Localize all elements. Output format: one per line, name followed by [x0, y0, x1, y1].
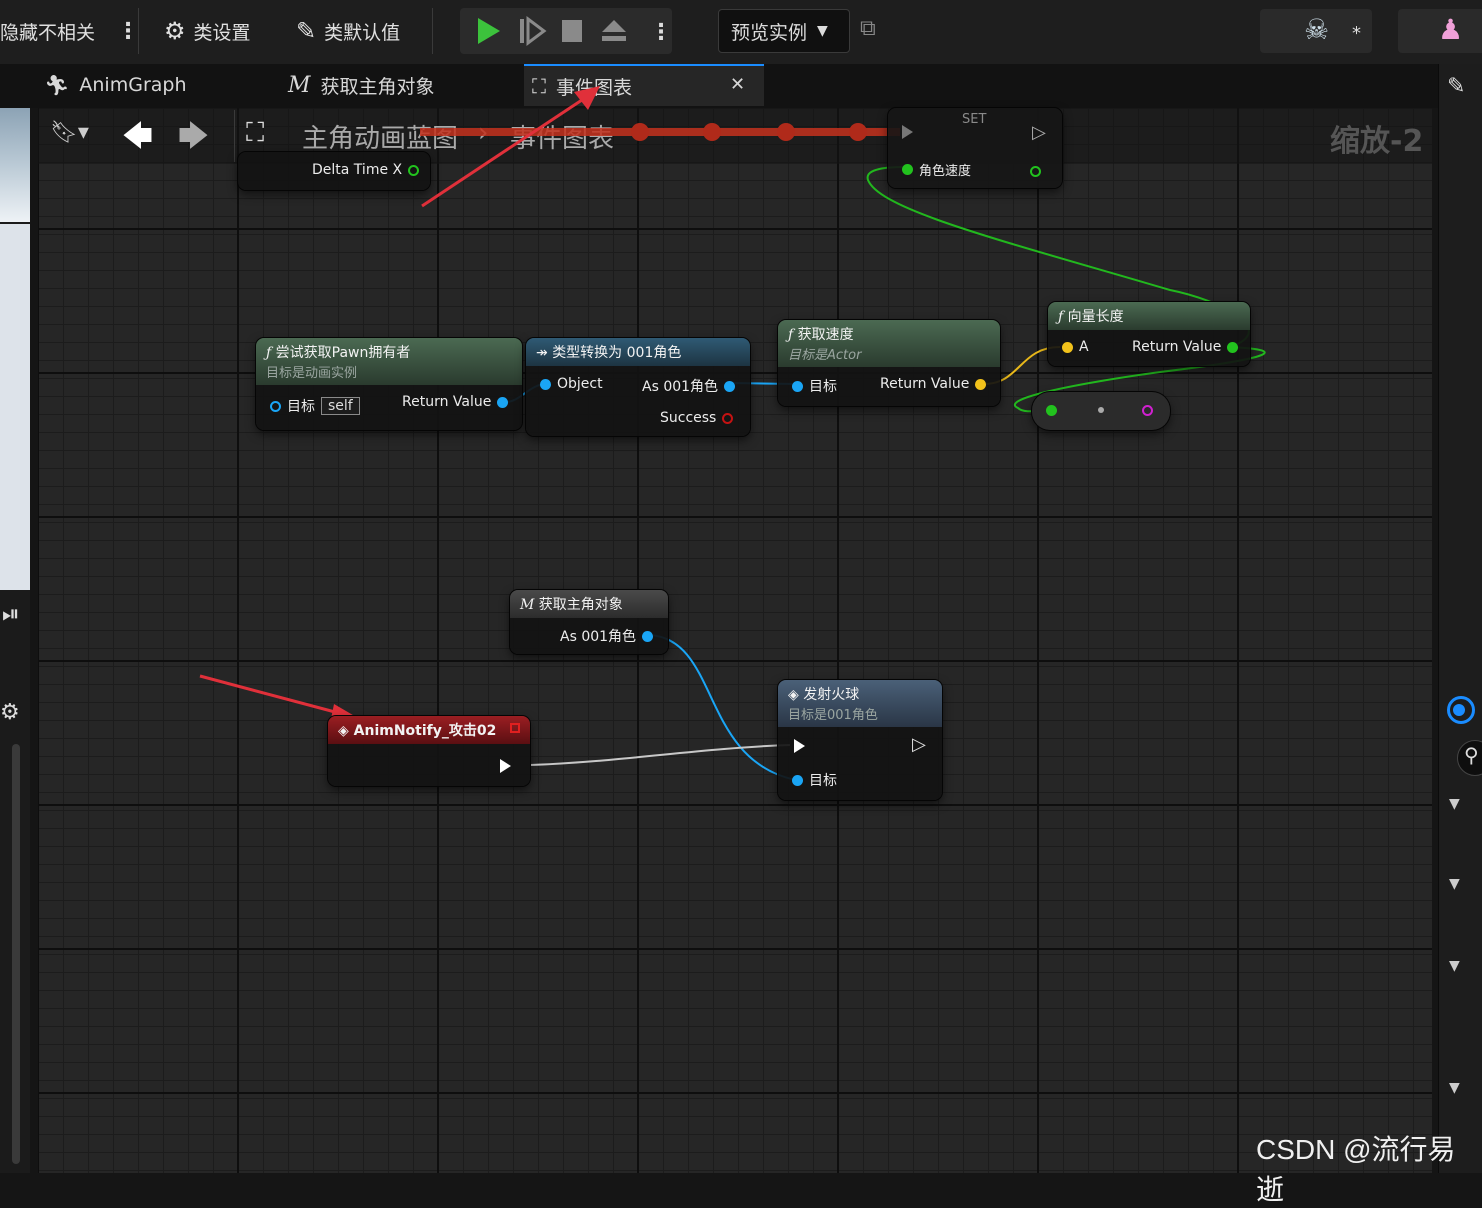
pin-label: As 001角色 [642, 379, 719, 395]
function-icon: ƒ [1058, 309, 1064, 325]
node-title: 类型转换为 001角色 [552, 345, 682, 361]
function-icon: ƒ [788, 327, 794, 343]
exec-out-pin[interactable]: ▷ [912, 734, 926, 755]
exec-wire [529, 744, 791, 766]
node-title: 尝试获取Pawn拥有者 [275, 345, 411, 361]
velocity-pin[interactable]: 角色速度 [902, 160, 971, 179]
object-pin-icon [642, 630, 654, 642]
object-pin[interactable]: Object [540, 376, 603, 392]
float-pin-icon [902, 164, 913, 175]
compact-operator-node[interactable] [1032, 392, 1170, 430]
pin-label: Delta Time X [312, 162, 403, 178]
float-pin-icon[interactable] [1046, 405, 1057, 416]
function-icon: ƒ [266, 345, 272, 361]
vector-pin-icon [975, 378, 987, 390]
pin-label: Return Value [880, 376, 970, 392]
a-pin[interactable]: A [1062, 339, 1089, 355]
wire-knot [631, 123, 649, 141]
fire-fireball-node[interactable]: ◈ 发射火球 目标是001角色 ▷ 目标 [778, 680, 942, 800]
macro-icon: M [520, 597, 535, 613]
object-pin-icon [792, 380, 803, 392]
pin-label: Object [557, 376, 603, 392]
pin-label: Return Value [402, 394, 492, 410]
object-wire [649, 634, 797, 781]
event-diamond-icon: ◈ [788, 687, 799, 703]
cast-node[interactable]: ↠ 类型转换为 001角色 Object As 001角色 Success [526, 338, 750, 436]
return-value-pin[interactable]: Return Value [880, 376, 987, 392]
get-velocity-node[interactable]: ƒ 获取速度 目标是Actor 目标 Return Value [778, 320, 1000, 406]
float-pin-icon[interactable] [408, 164, 420, 176]
object-pin-icon [497, 396, 509, 408]
annotation-arrowhead [574, 86, 600, 110]
exec-out-pin[interactable] [500, 758, 511, 777]
delta-time-pin[interactable]: Delta Time X [312, 162, 420, 178]
delta-time-node[interactable]: Delta Time X [238, 152, 430, 190]
set-title: SET [962, 112, 987, 127]
exec-out-pin[interactable]: ▷ [1032, 122, 1046, 143]
object-pin-icon [792, 774, 803, 786]
node-subtitle: 目标是Actor [788, 348, 862, 363]
bool-pin-icon[interactable] [1142, 405, 1153, 416]
pin-label: 目标 [809, 379, 837, 395]
cast-arrow-icon: ↠ [536, 345, 548, 361]
delegate-pin-icon[interactable] [510, 723, 520, 733]
wire-knot [849, 123, 867, 141]
object-pin-icon [270, 400, 281, 412]
target-pin[interactable]: 目标 [792, 770, 837, 790]
node-title: 发射火球 [803, 687, 860, 703]
event-diamond-icon: ◈ [338, 723, 349, 739]
node-title: 获取速度 [797, 327, 854, 343]
node-header: ƒ 获取速度 目标是Actor [778, 320, 1000, 367]
wires-layer [199, 86, 1266, 781]
target-pin[interactable]: 目标 [792, 376, 837, 396]
anim-notify-event-node[interactable]: ◈ AnimNotify_攻击02 [328, 716, 530, 786]
node-header: ◈ AnimNotify_攻击02 [328, 716, 530, 744]
vector-pin-icon [1062, 341, 1073, 353]
pin-label: Return Value [1132, 339, 1222, 355]
as-character-pin[interactable]: As 001角色 [560, 626, 654, 646]
success-pin[interactable]: Success [660, 410, 734, 426]
pin-label: 目标 [809, 773, 837, 789]
pin-label: A [1079, 339, 1089, 355]
wire-knot [703, 123, 721, 141]
float-pin-icon [1227, 341, 1239, 353]
operator-dot-icon [1098, 407, 1104, 413]
exec-in-pin[interactable] [902, 124, 913, 143]
node-header: ◈ 发射火球 目标是001角色 [778, 680, 942, 727]
node-subtitle: 目标是动画实例 [266, 366, 358, 381]
exec-in-pin[interactable] [794, 738, 805, 757]
annotation-arrow [199, 674, 351, 718]
node-header: ↠ 类型转换为 001角色 [526, 338, 750, 366]
node-header: ƒ 尝试获取Pawn拥有者 目标是动画实例 [256, 338, 522, 385]
object-pin-icon [540, 378, 551, 390]
target-pin[interactable]: 目标 self [270, 396, 360, 416]
watermark: CSDN @流行易逝 [1256, 1134, 1456, 1205]
set-node[interactable]: SET ▷ 角色速度 [888, 108, 1062, 188]
get-main-character-node[interactable]: M 获取主角对象 As 001角色 [510, 590, 668, 654]
vector-length-node[interactable]: ƒ 向量长度 A Return Value [1048, 302, 1250, 366]
bool-pin-icon [722, 412, 734, 424]
pin-label: 角色速度 [919, 164, 972, 179]
node-title: 获取主角对象 [538, 597, 623, 613]
node-subtitle: 目标是001角色 [788, 708, 878, 723]
pin-label: As 001角色 [560, 629, 637, 645]
wire-knot [777, 123, 795, 141]
try-get-pawn-owner-node[interactable]: ƒ 尝试获取Pawn拥有者 目标是动画实例 目标 self Return Val… [256, 338, 522, 430]
velocity-out-pin[interactable] [1030, 162, 1041, 181]
as-character-pin[interactable]: As 001角色 [642, 376, 736, 396]
node-header: ƒ 向量长度 [1048, 302, 1250, 330]
annotation-arrow [421, 90, 595, 208]
pin-label: 目标 [287, 399, 315, 415]
self-value: self [321, 397, 360, 415]
node-title: 向量长度 [1067, 309, 1124, 325]
pin-label: Success [660, 410, 717, 426]
object-pin-icon [724, 380, 736, 392]
node-title: AnimNotify_攻击02 [353, 723, 497, 739]
return-value-pin[interactable]: Return Value [402, 394, 509, 410]
return-value-pin[interactable]: Return Value [1132, 339, 1239, 355]
node-header: M 获取主角对象 [510, 590, 668, 618]
